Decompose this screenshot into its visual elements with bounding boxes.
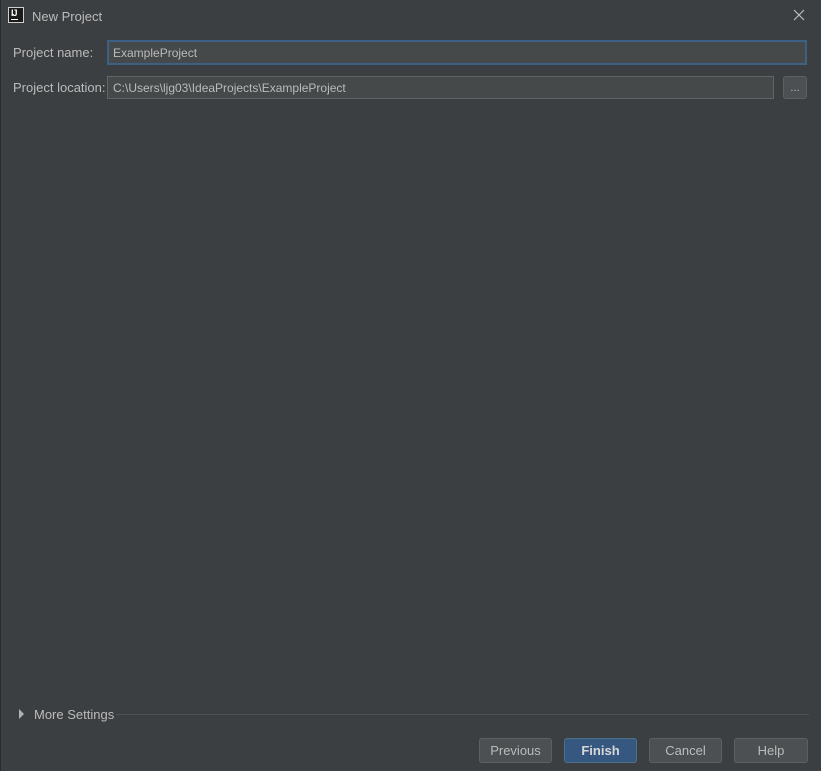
project-name-label: Project name: xyxy=(13,45,94,60)
project-name-input[interactable] xyxy=(107,40,807,65)
project-location-input[interactable] xyxy=(107,76,774,99)
close-button[interactable] xyxy=(790,6,808,24)
title-bar: IJ New Project xyxy=(1,0,821,32)
triangle-right-icon xyxy=(19,709,24,719)
app-icon-underline xyxy=(11,19,18,20)
more-settings-divider xyxy=(116,714,809,715)
new-project-dialog: IJ New Project Project name: Project loc… xyxy=(0,0,821,771)
more-settings-label: More Settings xyxy=(34,707,115,722)
browse-location-button[interactable]: ... xyxy=(783,76,807,99)
project-location-label: Project location: xyxy=(13,80,106,95)
finish-button[interactable]: Finish xyxy=(564,738,637,763)
app-icon-letters: IJ xyxy=(11,8,17,18)
window-title: New Project xyxy=(32,9,103,24)
cancel-button[interactable]: Cancel xyxy=(649,738,722,763)
help-button[interactable]: Help xyxy=(734,738,808,763)
previous-button[interactable]: Previous xyxy=(479,738,552,763)
intellij-idea-icon: IJ xyxy=(8,7,24,23)
close-icon xyxy=(793,9,805,21)
